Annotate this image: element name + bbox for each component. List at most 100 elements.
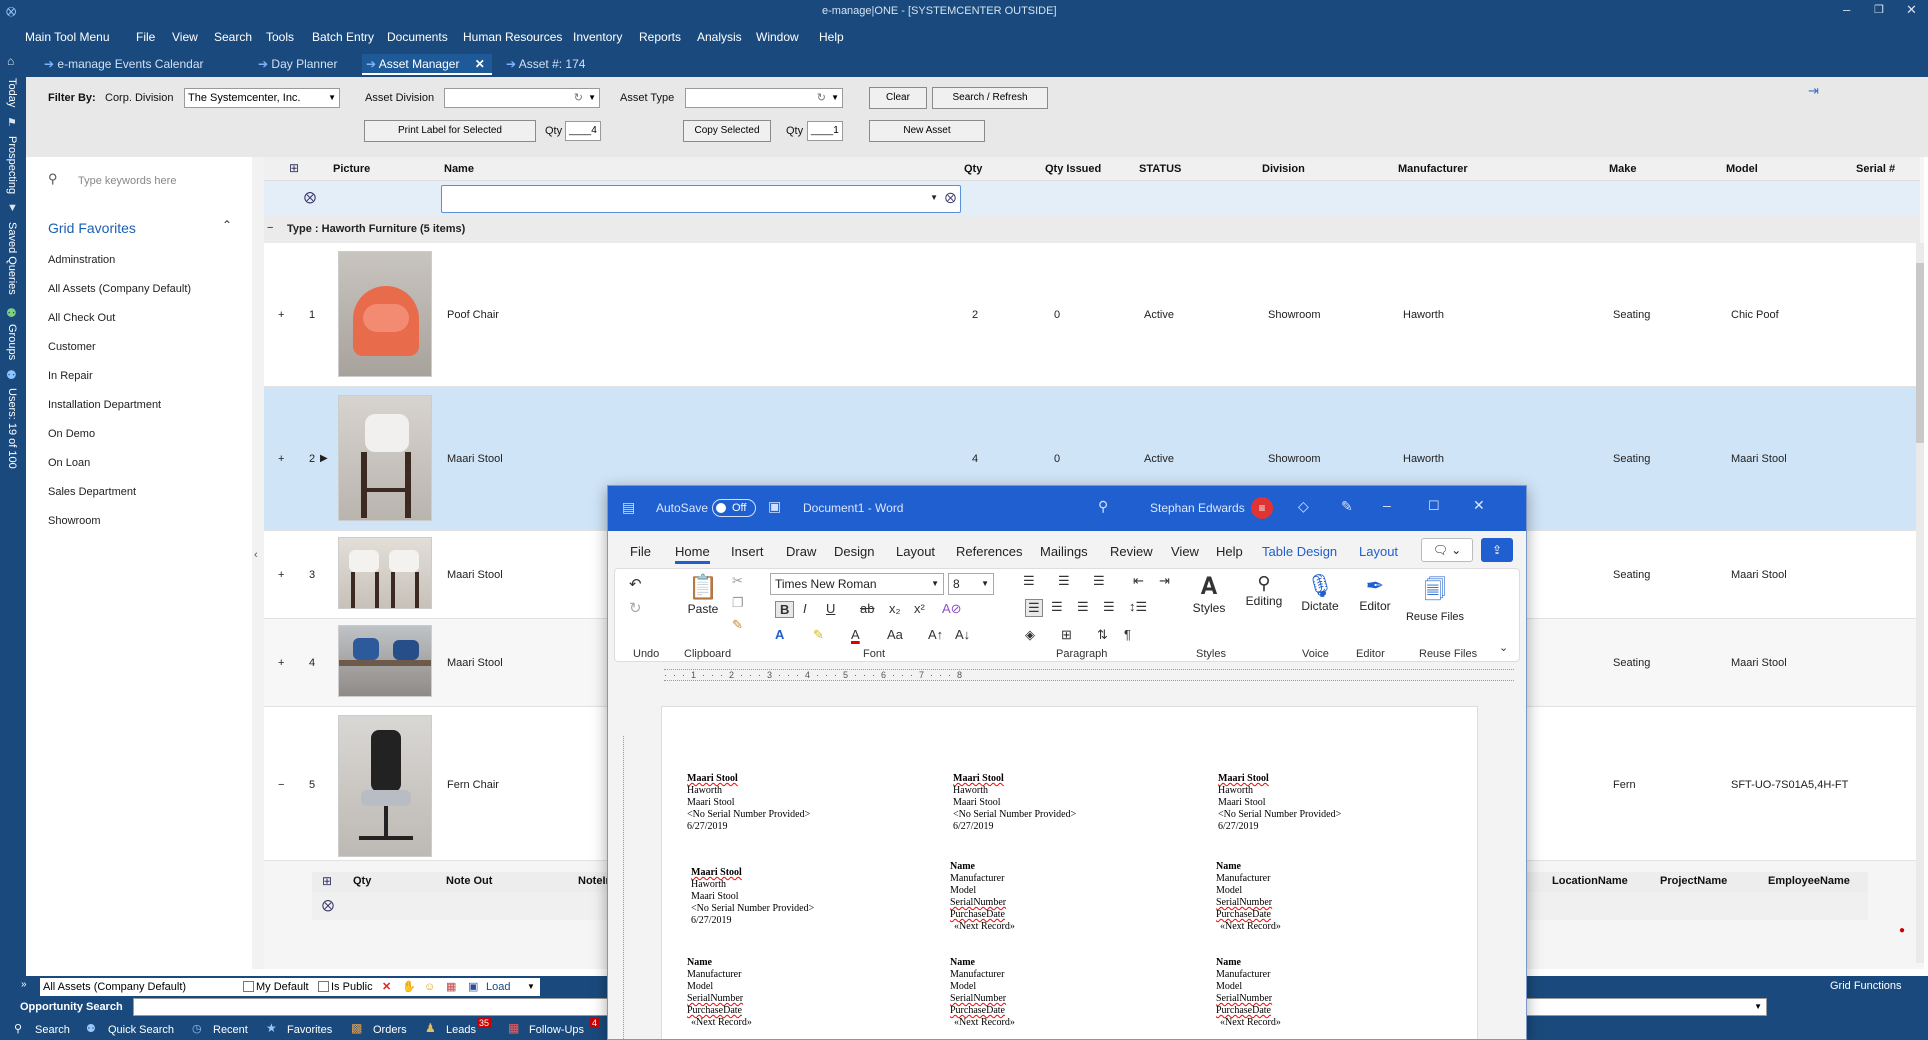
format-painter-icon[interactable]: ✎ — [732, 617, 743, 633]
vertical-scrollbar[interactable] — [1916, 243, 1924, 963]
highlight-icon[interactable]: ✎ — [813, 627, 824, 643]
ribbon-tab-home[interactable]: Home — [675, 544, 710, 564]
grow-font-icon[interactable]: A↑ — [928, 627, 943, 642]
favorite-item[interactable]: Sales Department — [48, 486, 136, 498]
copy-icon[interactable]: ❐ — [732, 595, 744, 611]
favorites-search-input[interactable]: Type keywords here — [78, 175, 176, 187]
menu-tools[interactable]: Tools — [266, 30, 294, 44]
search-icon[interactable]: ⚲ — [1098, 498, 1108, 515]
tab-asset-174[interactable]: ➔ Asset #: 174 — [506, 54, 626, 75]
tab-asset-manager[interactable]: ➔ Asset Manager ✕ — [362, 54, 492, 75]
font-size-select[interactable]: 8 ▼ — [948, 573, 994, 595]
col-status[interactable]: STATUS — [1139, 163, 1181, 175]
row-expand-icon[interactable]: + — [278, 309, 284, 321]
col-qty-issued[interactable]: Qty Issued — [1045, 163, 1101, 175]
search-refresh-button[interactable]: Search / Refresh — [932, 87, 1048, 109]
align-center-icon[interactable]: ☰ — [1051, 599, 1063, 615]
panel-splitter[interactable]: ‹ — [252, 157, 264, 969]
collapse-ribbon-icon[interactable]: ⌄ — [1499, 641, 1508, 654]
sub-col-note-out[interactable]: Note Out — [446, 875, 492, 887]
menu-analysis[interactable]: Analysis — [697, 30, 742, 44]
menu-window[interactable]: Window — [756, 30, 799, 44]
layout-select[interactable]: All Assets (Company Default) My Default … — [40, 978, 540, 996]
my-default-checkbox[interactable] — [243, 981, 254, 992]
copy-qty-input[interactable]: ____1 — [807, 121, 843, 141]
favorite-item[interactable]: In Repair — [48, 370, 93, 382]
multilevel-list-icon[interactable]: ☰ — [1093, 573, 1105, 589]
filter-clear-icon[interactable]: ⨂ — [945, 191, 956, 204]
filter-row-icon[interactable]: ⨂ — [304, 190, 316, 204]
refresh-icon[interactable]: ↻ — [817, 89, 826, 107]
menu-search[interactable]: Search — [214, 30, 252, 44]
shrink-font-icon[interactable]: A↓ — [955, 627, 970, 642]
col-picture[interactable]: Picture — [333, 163, 370, 175]
menu-view[interactable]: View — [172, 30, 198, 44]
favorite-item[interactable]: All Assets (Company Default) — [48, 283, 191, 295]
col-name[interactable]: Name — [444, 163, 474, 175]
save-icon[interactable]: ▣ — [468, 978, 478, 996]
dictate-button[interactable]: 🎙 Dictate — [1295, 573, 1345, 633]
print-qty-input[interactable]: ____4 — [565, 121, 601, 141]
sub-col-project[interactable]: ProjectName — [1660, 875, 1727, 887]
rail-saved-queries[interactable]: Saved Queries — [6, 222, 18, 295]
col-serial[interactable]: Serial # — [1856, 163, 1895, 175]
ribbon-tab-review[interactable]: Review — [1110, 544, 1153, 559]
home-icon[interactable]: ⌂ — [7, 54, 14, 68]
undo-icon[interactable]: ↶ — [629, 575, 642, 593]
ribbon-tab-file[interactable]: File — [630, 544, 651, 559]
close-icon[interactable]: ✕ — [1473, 497, 1485, 514]
change-case-icon[interactable]: Aa — [887, 627, 903, 642]
column-chooser-icon[interactable]: ⊞ — [322, 874, 332, 888]
italic-icon[interactable]: I — [803, 601, 807, 616]
line-spacing-icon[interactable]: ↕☰ — [1129, 599, 1147, 615]
rail-groups[interactable]: Groups — [6, 324, 18, 360]
underline-icon[interactable]: U — [826, 601, 835, 616]
font-name-select[interactable]: Times New Roman ▼ — [770, 573, 944, 595]
ribbon-tab-layout[interactable]: Layout — [896, 544, 935, 559]
refresh-icon[interactable]: ↻ — [574, 89, 583, 107]
col-model[interactable]: Model — [1726, 163, 1758, 175]
expand-icon[interactable]: » — [21, 979, 27, 990]
align-right-icon[interactable]: ☰ — [1077, 599, 1089, 615]
vertical-ruler[interactable] — [614, 736, 624, 1039]
favorite-item[interactable]: On Loan — [48, 457, 90, 469]
reuse-files-button[interactable]: 🗐 Reuse Files — [1405, 573, 1465, 639]
rail-today[interactable]: Today — [6, 78, 18, 107]
comments-button[interactable]: 🗨 ⌄ — [1421, 538, 1473, 562]
ribbon-tab-draw[interactable]: Draw — [786, 544, 816, 559]
menu-reports[interactable]: Reports — [639, 30, 681, 44]
ribbon-tab-references[interactable]: References — [956, 544, 1022, 559]
ribbon-tab-insert[interactable]: Insert — [731, 544, 764, 559]
redo-icon[interactable]: ↻ — [629, 599, 642, 617]
favorite-item[interactable]: Adminstration — [48, 254, 115, 266]
superscript-icon[interactable]: x² — [914, 601, 925, 616]
pen-icon[interactable]: ✎ — [1341, 498, 1353, 515]
smiley-icon[interactable]: ☺ — [424, 978, 435, 996]
copy-selected-button[interactable]: Copy Selected — [683, 120, 771, 142]
ribbon-tab-table-layout[interactable]: Layout — [1359, 544, 1398, 559]
text-effects-icon[interactable]: A — [775, 627, 784, 642]
minimize-icon[interactable]: – — [1843, 2, 1850, 17]
menu-inventory[interactable]: Inventory — [573, 30, 622, 44]
asset-division-select[interactable]: ↻ ▼ — [444, 88, 600, 108]
share-button[interactable]: ⇪ — [1481, 538, 1513, 562]
asset-type-select[interactable]: ↻ ▼ — [685, 88, 843, 108]
column-chooser-icon[interactable]: ⊞ — [289, 161, 299, 175]
chevron-left-icon[interactable]: ‹ — [254, 549, 258, 561]
numbering-icon[interactable]: ☰ — [1058, 573, 1070, 589]
font-color-icon[interactable]: A — [851, 627, 860, 642]
favorite-item[interactable]: Customer — [48, 341, 96, 353]
autosave-toggle[interactable]: Off — [712, 499, 756, 517]
editing-button[interactable]: ⚲ Editing — [1239, 573, 1289, 633]
show-marks-icon[interactable]: ¶ — [1124, 627, 1131, 642]
nav-favorites[interactable]: Favorites — [287, 1024, 332, 1036]
menu-documents[interactable]: Documents — [387, 30, 448, 44]
row-expand-icon[interactable]: + — [278, 657, 284, 669]
col-division[interactable]: Division — [1262, 163, 1305, 175]
col-qty[interactable]: Qty — [964, 163, 982, 175]
col-manufacturer[interactable]: Manufacturer — [1398, 163, 1468, 175]
sub-col-employee[interactable]: EmployeeName — [1768, 875, 1850, 887]
favorite-item[interactable]: All Check Out — [48, 312, 115, 324]
row-expand-icon[interactable]: + — [278, 569, 284, 581]
paste-button[interactable]: 📋 Paste — [683, 573, 723, 629]
